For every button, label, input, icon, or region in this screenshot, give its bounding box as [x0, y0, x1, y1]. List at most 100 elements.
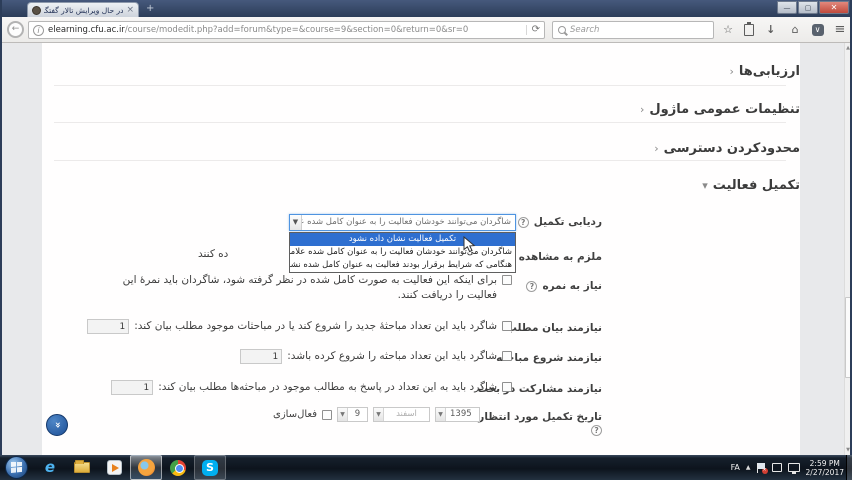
folder-icon	[74, 462, 90, 473]
selected-option: شاگردان می‌توانند خودشان فعالیت را به عن…	[302, 215, 515, 230]
search-bar[interactable]: Search	[552, 21, 714, 39]
windows-taskbar: e S FA ▲ ✕ 2:59 PM 2/27/2017	[0, 455, 852, 480]
dropdown-option[interactable]: تکمیل فعالیت نشان داده نشود	[290, 233, 515, 246]
search-icon	[558, 26, 566, 34]
completion-tracking-label: ردیابی تکمیل ?	[518, 216, 602, 228]
address-bar[interactable]: i elearning.cfu.ac.ir/course/modedit.php…	[28, 21, 545, 39]
pocket-icon[interactable]: ∨	[812, 24, 824, 36]
require-grade-checkbox[interactable]	[502, 275, 512, 285]
back-button[interactable]: ←	[7, 21, 24, 38]
show-desktop-button[interactable]	[846, 455, 852, 480]
help-icon[interactable]: ?	[518, 217, 529, 228]
require-posts-description: شاگرد باید این تعداد مباحثهٔ جدید را شرو…	[134, 319, 497, 334]
help-icon[interactable]: ?	[591, 425, 602, 436]
moodle-favicon-icon	[32, 6, 41, 15]
start-button[interactable]	[5, 456, 28, 479]
require-discussions-description: شاگرد باید این تعداد مباحثه را شروع کرده…	[287, 349, 497, 364]
dropdown-option[interactable]: شاگردان می‌توانند خودشان فعالیت را به عن…	[290, 246, 515, 259]
chevron-collapsed-icon: ‹	[729, 65, 733, 78]
dropdown-option[interactable]: هنگامی که شرایط برقرار بودند فعالیت به ع…	[290, 259, 515, 272]
page-background: ارزیابی‌ها‹ تنظیمات عمومی ماژول ‹ محدودکر…	[0, 43, 852, 455]
close-button[interactable]: ✕	[819, 1, 849, 14]
section-divider	[54, 160, 786, 161]
maximize-button[interactable]: ▢	[798, 1, 818, 14]
section-label: تنظیمات عمومی ماژول	[649, 102, 800, 117]
chevron-collapsed-icon: ‹	[640, 103, 644, 116]
action-center-flag-icon[interactable]: ✕	[757, 463, 766, 473]
browser-navbar: ← i elearning.cfu.ac.ir/course/modedit.p…	[0, 17, 852, 43]
enable-label: فعال‌سازی	[273, 408, 317, 422]
chrome-icon	[170, 460, 186, 476]
require-grade-label: نیاز به نمره ?	[526, 280, 602, 292]
chevron-expanded-icon: ▾	[702, 179, 708, 192]
chevron-collapsed-icon: ‹	[654, 142, 658, 155]
require-replies-checkbox[interactable]	[502, 382, 512, 392]
day-select[interactable]: ▼9	[337, 407, 368, 422]
scroll-to-top-button[interactable]: «	[46, 414, 68, 436]
section-label: تکمیل فعالیت	[713, 178, 800, 193]
new-tab-button[interactable]: +	[146, 3, 154, 14]
reload-icon[interactable]: ⟳	[526, 25, 540, 35]
section-common-module-settings[interactable]: تنظیمات عمومی ماژول ‹	[42, 98, 800, 114]
browser-titlebar: در حال ویرایش تالار گفتگو × + — ▢ ✕	[0, 0, 852, 17]
require-posts-input[interactable]	[87, 319, 129, 334]
help-icon[interactable]: ?	[526, 281, 537, 292]
expected-date-field: ▼1395 ▼اسفند ▼9 فعال‌سازی	[273, 407, 480, 422]
require-replies-field: شاگرد باید به این تعداد در پاسخ به مطالب…	[111, 380, 512, 395]
enable-date-checkbox[interactable]	[322, 410, 332, 420]
taskbar-explorer-button[interactable]	[66, 455, 98, 480]
tray-clock[interactable]: 2:59 PM 2/27/2017	[806, 459, 844, 477]
bookmarks-list-icon[interactable]	[744, 24, 754, 36]
taskbar-skype-button[interactable]: S	[194, 455, 226, 480]
tray-time: 2:59 PM	[810, 459, 840, 468]
section-activity-completion[interactable]: تکمیل فعالیت ▾	[42, 174, 800, 190]
double-chevron-up-icon: «	[47, 415, 67, 435]
tab-close-icon[interactable]: ×	[126, 6, 134, 15]
firefox-icon	[138, 459, 155, 476]
taskbar-chrome-button[interactable]	[162, 455, 194, 480]
browser-tab[interactable]: در حال ویرایش تالار گفتگو ×	[27, 2, 139, 17]
require-view-label: ملزم به مشاهده	[519, 251, 602, 263]
section-restrict-access[interactable]: محدودکردن دسترسی‹	[42, 137, 800, 153]
expected-date-label: تاریخ تکمیل مورد انتظار ?	[478, 411, 602, 436]
month-select[interactable]: ▼اسفند	[373, 407, 430, 422]
skype-icon: S	[202, 460, 218, 476]
network-display-icon[interactable]	[788, 463, 800, 472]
taskbar-media-player-button[interactable]	[98, 455, 130, 480]
site-info-icon[interactable]: i	[33, 25, 44, 36]
taskbar-firefox-button[interactable]	[130, 455, 162, 480]
require-discussions-input[interactable]	[240, 349, 282, 364]
completion-tracking-dropdown: تکمیل فعالیت نشان داده نشود شاگردان می‌ت…	[289, 232, 516, 273]
require-replies-input[interactable]	[111, 380, 153, 395]
require-discussions-checkbox[interactable]	[502, 351, 512, 361]
require-posts-label: نیازمند بیان مطلب	[506, 322, 602, 334]
select-arrow-icon[interactable]: ▼	[290, 215, 302, 230]
desktop-screen: در حال ویرایش تالار گفتگو × + — ▢ ✕ ← i …	[0, 0, 852, 480]
window-border-left	[0, 0, 2, 455]
moodle-form-content: ارزیابی‌ها‹ تنظیمات عمومی ماژول ‹ محدودکر…	[42, 43, 800, 455]
select-arrow-icon[interactable]: ▼	[338, 408, 348, 421]
require-replies-description: شاگرد باید به این تعداد در پاسخ به مطالب…	[158, 380, 497, 395]
section-grades[interactable]: ارزیابی‌ها‹	[42, 60, 800, 76]
mouse-cursor	[463, 236, 477, 254]
minimize-button[interactable]: —	[777, 1, 797, 14]
select-arrow-icon[interactable]: ▼	[436, 408, 446, 421]
require-grade-field: برای اینکه این فعالیت به صورت کامل شده د…	[99, 273, 512, 303]
removable-media-icon[interactable]	[772, 463, 782, 472]
require-posts-field: شاگرد باید این تعداد مباحثهٔ جدید را شرو…	[87, 319, 512, 334]
section-divider	[54, 122, 786, 123]
menu-icon[interactable]: ≡	[832, 22, 848, 38]
hidden-icons-chevron-icon[interactable]: ▲	[746, 464, 751, 471]
require-posts-checkbox[interactable]	[502, 321, 512, 331]
bookmark-star-icon[interactable]: ☆	[720, 22, 736, 38]
home-icon[interactable]: ⌂	[787, 22, 803, 38]
language-indicator[interactable]: FA	[731, 463, 740, 472]
require-grade-description: برای اینکه این فعالیت به صورت کامل شده د…	[99, 273, 497, 303]
downloads-icon[interactable]: ↓	[763, 22, 779, 38]
taskbar-ie-button[interactable]: e	[34, 455, 66, 480]
url-text[interactable]: elearning.cfu.ac.ir/course/modedit.php?a…	[48, 25, 522, 35]
window-controls: — ▢ ✕	[777, 1, 849, 14]
select-arrow-icon[interactable]: ▼	[374, 408, 384, 421]
year-select[interactable]: ▼1395	[435, 407, 480, 422]
completion-tracking-select[interactable]: ▼ شاگردان می‌توانند خودشان فعالیت را به …	[289, 214, 516, 231]
